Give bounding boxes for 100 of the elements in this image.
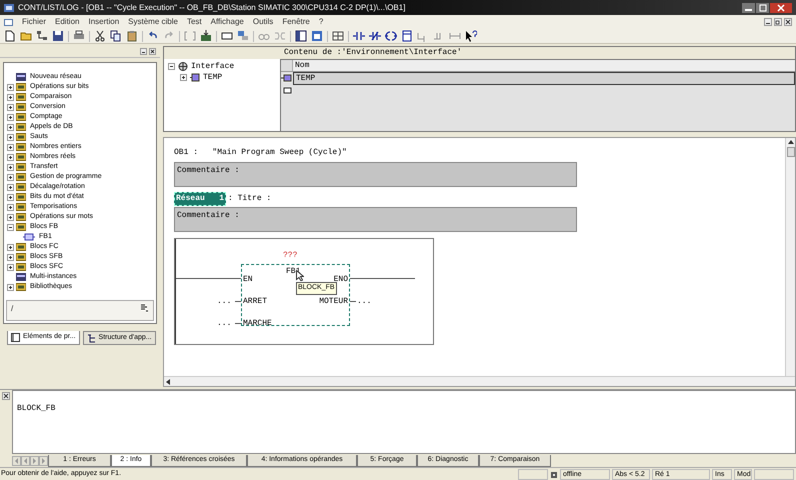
folder-icon — [16, 193, 26, 201]
coil-icon[interactable] — [385, 30, 397, 42]
minimize-icon[interactable] — [764, 18, 772, 26]
folder-icon — [16, 143, 26, 151]
menu-item[interactable]: Outils — [252, 16, 274, 28]
block-icon[interactable] — [221, 30, 233, 42]
expand-icon[interactable] — [7, 124, 14, 130]
folder-icon — [16, 163, 26, 171]
close-icon[interactable] — [770, 2, 792, 12]
app-icon — [4, 2, 14, 12]
status-field — [754, 469, 794, 480]
folder-icon — [16, 83, 26, 91]
expand-icon[interactable] — [7, 184, 14, 190]
expand-icon[interactable] — [7, 144, 14, 150]
menu-item[interactable]: Edition — [55, 16, 80, 28]
comment-field[interactable]: Commentaire : — [174, 162, 577, 187]
expand-icon[interactable] — [7, 134, 14, 140]
expand-icon[interactable] — [7, 94, 14, 100]
menu-item[interactable]: ? — [318, 16, 324, 28]
output-text: BLOCK_FB — [17, 404, 56, 413]
paste-icon[interactable] — [126, 30, 138, 42]
contact-icon[interactable] — [353, 30, 365, 42]
expand-icon[interactable] — [7, 254, 14, 260]
collapse-icon[interactable] — [168, 63, 175, 70]
expand-icon[interactable] — [180, 74, 187, 81]
panel-icon[interactable] — [295, 30, 307, 42]
block-title: OB1 : "Main Program Sweep (Cycle)" — [174, 147, 348, 159]
expand-icon[interactable] — [7, 154, 14, 160]
folder-icon — [16, 123, 26, 131]
copy-icon[interactable] — [110, 30, 122, 42]
folder-icon — [16, 173, 26, 181]
network-label[interactable]: Réseau 1 — [174, 192, 226, 206]
globe-icon — [178, 62, 188, 71]
vertical-scrollbar[interactable] — [785, 138, 795, 376]
folder-icon — [16, 253, 26, 261]
expand-icon[interactable] — [7, 164, 14, 170]
wire-placeholder[interactable]: ... — [217, 297, 232, 306]
comment-field[interactable]: Commentaire : — [174, 207, 577, 232]
negated-contact-icon[interactable] — [369, 30, 381, 42]
restore-icon[interactable] — [774, 18, 782, 26]
folder-icon — [16, 113, 26, 121]
expand-icon[interactable] — [7, 264, 14, 270]
maximize-icon[interactable] — [756, 2, 769, 12]
collapse-icon[interactable] — [7, 224, 14, 230]
minimize-icon[interactable] — [140, 48, 147, 55]
folder-icon — [16, 283, 26, 291]
wire — [350, 278, 415, 279]
menu-item[interactable]: Système cible — [128, 16, 178, 28]
close-icon[interactable] — [2, 392, 10, 400]
scroll-left-icon[interactable] — [164, 378, 172, 386]
menu-item[interactable]: Fenêtre — [282, 16, 310, 28]
expand-icon[interactable] — [7, 104, 14, 110]
horizontal-scrollbar[interactable] — [164, 376, 795, 386]
scroll-thumb[interactable] — [786, 147, 794, 157]
window-title: CONT/LIST/LOG - [OB1 -- "Cycle Execution" -- OB_FB_DB\Station SIMATIC 300\CPU314 C-2 DP(1)\...\OB1] — [18, 2, 406, 14]
scroll-up-icon[interactable] — [786, 138, 794, 146]
menu-item[interactable]: Test — [186, 16, 202, 28]
book-icon — [11, 333, 20, 342]
menu-item[interactable]: Insertion — [88, 16, 120, 28]
path-field[interactable]: / — [6, 300, 154, 321]
close-icon[interactable] — [149, 48, 156, 55]
print-icon[interactable] — [73, 30, 85, 42]
sort-icon[interactable] — [140, 303, 149, 312]
folder-icon — [16, 263, 26, 271]
help-pointer-icon[interactable] — [465, 30, 477, 42]
expand-icon[interactable] — [7, 214, 14, 220]
expand-icon[interactable] — [7, 174, 14, 180]
expand-icon[interactable] — [7, 284, 14, 290]
save-icon[interactable] — [52, 30, 64, 42]
folder-icon — [16, 243, 26, 251]
tree-item[interactable]: TEMP — [203, 72, 222, 84]
box-icon[interactable] — [401, 30, 413, 42]
expand-icon[interactable] — [7, 194, 14, 200]
menu-item[interactable]: Affichage — [210, 16, 244, 28]
expand-icon[interactable] — [7, 84, 14, 90]
menu-item[interactable]: Fichier — [22, 16, 46, 28]
folder-icon — [16, 183, 26, 191]
pin-label: ENO — [334, 275, 348, 284]
monitor-icon[interactable] — [237, 30, 249, 42]
window-icon[interactable] — [311, 30, 323, 42]
network-title: : Titre : — [228, 192, 272, 204]
pin-label: ARRET — [243, 297, 268, 306]
expand-icon[interactable] — [7, 244, 14, 250]
table-cell[interactable]: TEMP — [293, 72, 795, 85]
folder-icon — [16, 213, 26, 221]
expand-icon[interactable] — [7, 114, 14, 120]
wire-placeholder[interactable]: ... — [357, 297, 372, 306]
download-icon[interactable] — [200, 30, 212, 42]
wire — [350, 301, 356, 302]
minimize-icon[interactable] — [742, 2, 755, 12]
element-icon — [16, 273, 26, 281]
folder-icon — [16, 223, 26, 231]
grid-icon[interactable] — [332, 30, 344, 42]
wire-placeholder[interactable]: ... — [217, 319, 232, 328]
close-icon[interactable] — [784, 18, 792, 26]
document-icon — [4, 18, 13, 26]
network-icon[interactable] — [36, 30, 48, 42]
expand-icon[interactable] — [7, 204, 14, 210]
tree-item[interactable]: Interface — [191, 60, 234, 72]
cut-icon[interactable] — [94, 30, 106, 42]
